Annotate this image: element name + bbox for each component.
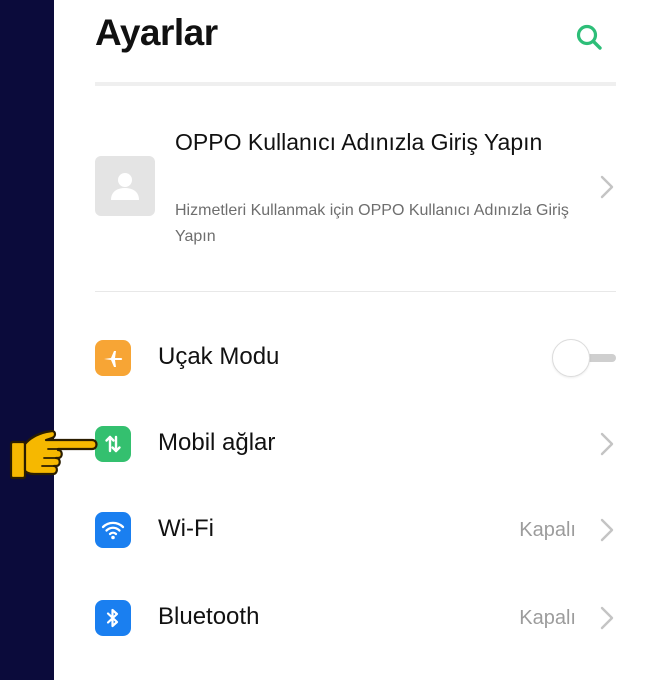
airplane-icon bbox=[95, 340, 131, 376]
chevron-right-icon bbox=[600, 606, 614, 630]
settings-item-bluetooth[interactable]: Bluetooth Kapalı bbox=[95, 588, 616, 648]
chevron-right-icon bbox=[600, 518, 614, 542]
header-divider bbox=[95, 82, 616, 86]
toggle-knob bbox=[552, 339, 590, 377]
settings-item-label: Uçak Modu bbox=[158, 343, 280, 370]
account-title: OPPO Kullanıcı Adınızla Giriş Yapın bbox=[175, 129, 543, 155]
section-divider bbox=[95, 291, 616, 292]
user-avatar-icon bbox=[95, 156, 155, 216]
wifi-icon bbox=[95, 512, 131, 548]
left-background-band bbox=[0, 0, 54, 680]
chevron-right-icon bbox=[600, 432, 614, 456]
bluetooth-status-value: Kapalı bbox=[519, 607, 576, 629]
chevron-right-icon bbox=[600, 175, 614, 199]
search-icon[interactable] bbox=[574, 22, 604, 52]
settings-screen: Ayarlar OPPO Kullanıcı Adınızla Giriş Ya… bbox=[54, 0, 650, 680]
page-title: Ayarlar bbox=[95, 12, 218, 53]
settings-item-airplane-mode[interactable]: Uçak Modu bbox=[95, 328, 616, 388]
settings-item-label: Bluetooth bbox=[158, 603, 260, 630]
airplane-mode-toggle[interactable] bbox=[552, 339, 616, 377]
settings-item-label: Mobil ağlar bbox=[158, 429, 276, 456]
wifi-status-value: Kapalı bbox=[519, 519, 576, 541]
settings-item-mobile-networks[interactable]: Mobil ağlar bbox=[95, 414, 616, 474]
settings-item-label: Wi-Fi bbox=[158, 515, 214, 542]
account-subtitle: Hizmetleri Kullanmak için OPPO Kullanıcı… bbox=[175, 202, 569, 245]
account-login-row[interactable]: OPPO Kullanıcı Adınızla Giriş Yapın Hizm… bbox=[95, 118, 616, 268]
bluetooth-icon bbox=[95, 600, 131, 636]
pointing-hand-icon bbox=[9, 429, 98, 480]
mobile-data-icon bbox=[95, 426, 131, 462]
settings-item-wifi[interactable]: Wi-Fi Kapalı bbox=[95, 500, 616, 560]
